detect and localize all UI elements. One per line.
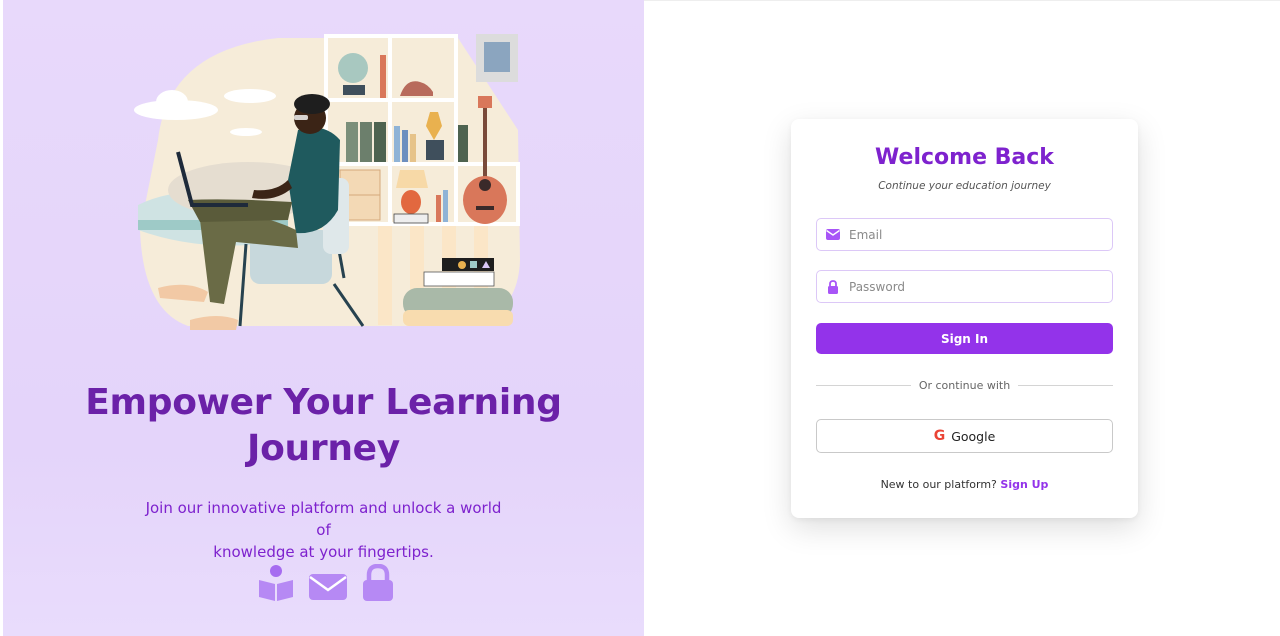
hero-illustration [128, 30, 528, 340]
email-field[interactable] [816, 218, 1113, 251]
sign-in-button[interactable]: Sign In [816, 323, 1113, 354]
divider-line-right [1018, 385, 1113, 386]
signup-row: New to our platform? Sign Up [791, 478, 1138, 491]
password-input[interactable] [849, 279, 1099, 294]
sign-up-link[interactable]: Sign Up [1000, 478, 1048, 491]
lock-icon [817, 279, 849, 294]
left-hero-panel: Empower Your Learning Journey Join our i… [3, 0, 644, 636]
divider-line-left [816, 385, 911, 386]
password-field[interactable] [816, 270, 1113, 303]
divider-text: Or continue with [918, 379, 1011, 392]
envelope-icon [817, 229, 849, 240]
google-button-label: Google [951, 428, 996, 444]
login-title: Welcome Back [875, 145, 1054, 170]
feature-icons [257, 564, 395, 602]
hero-title-line2: Journey [247, 428, 400, 469]
login-subtitle: Continue your education journey [878, 180, 1051, 192]
book-reader-icon [259, 565, 293, 601]
google-signin-button[interactable]: G Google [816, 419, 1113, 453]
google-icon: G [933, 428, 946, 444]
email-input[interactable] [849, 227, 1099, 242]
hero-subtitle-line1: Join our innovative platform and unlock … [145, 499, 502, 539]
hero-title: Empower Your Learning Journey [3, 380, 644, 472]
lock-icon [363, 564, 393, 601]
hero-title-line1: Empower Your Learning [85, 382, 562, 423]
continue-divider: Or continue with [816, 379, 1113, 392]
envelope-icon [309, 574, 347, 600]
hero-subtitle-line2: knowledge at your fingertips. [213, 543, 434, 561]
hero-subtitle: Join our innovative platform and unlock … [143, 497, 504, 563]
signup-prompt: New to our platform? [880, 478, 997, 491]
login-card: Welcome Back Continue your education jou… [791, 119, 1138, 518]
